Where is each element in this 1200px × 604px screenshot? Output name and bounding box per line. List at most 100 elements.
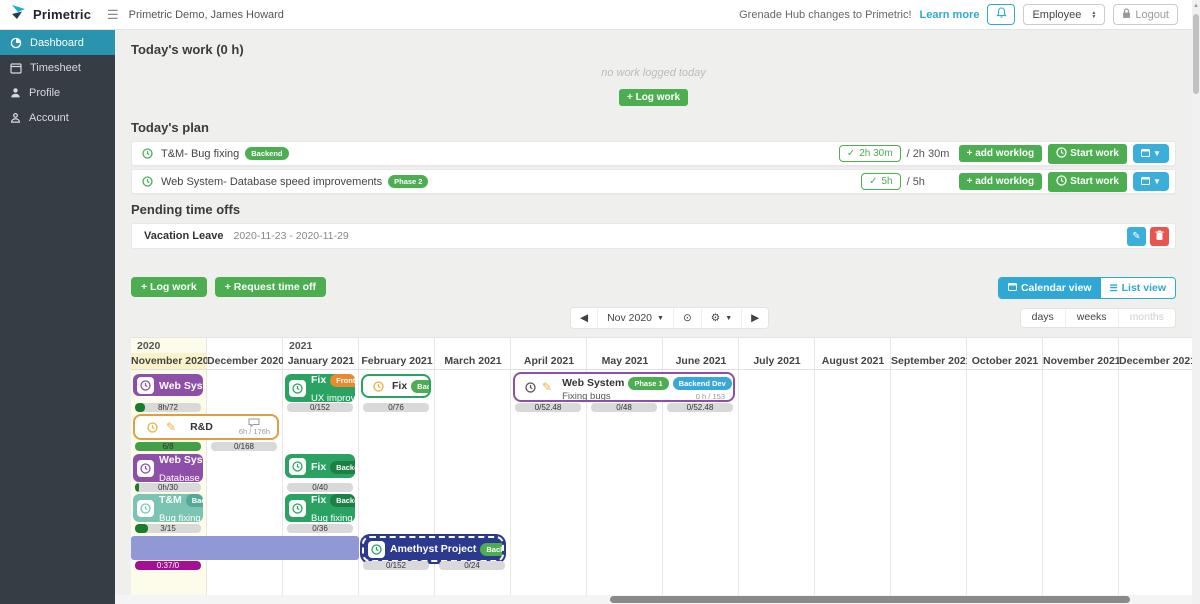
chevron-down-icon: ▼: [1153, 177, 1161, 186]
card-badge: Frontend: [330, 374, 355, 387]
vertical-scrollbar-thumb[interactable]: [1193, 14, 1199, 94]
timeline-card[interactable]: ✎ Web System Phase 1 Backend Dev Fixing bugs…: [513, 372, 735, 402]
menu-icon[interactable]: ☰: [107, 7, 119, 23]
log-work-button[interactable]: + Log work: [131, 277, 207, 297]
task-badge: Backend: [245, 147, 289, 160]
sidebar-item-timesheet[interactable]: Timesheet: [0, 55, 115, 80]
notifications-button[interactable]: [987, 4, 1016, 25]
month-dropdown[interactable]: Nov 2020 ▼: [598, 308, 674, 328]
timeline-card[interactable]: FixBackendBug fixing: [285, 494, 355, 522]
card-badge: Backend: [480, 542, 502, 556]
progress-bar: 0/152: [363, 561, 429, 570]
no-work-message: no work logged today: [601, 67, 706, 79]
calendar-view-button[interactable]: Calendar view: [998, 278, 1101, 298]
zoom-weeks-button[interactable]: weeks: [1065, 309, 1119, 327]
calendar-view-label: Calendar view: [1020, 282, 1092, 294]
progress-bar: 0:37/0: [135, 561, 201, 570]
scroll-up-icon[interactable]: ▲: [1192, 0, 1200, 9]
calendar-icon: [1007, 282, 1017, 294]
progress-bar: 8h/72: [135, 403, 201, 412]
timeline-card[interactable]: FixBackend: [361, 374, 431, 398]
log-work-button-center[interactable]: + Log work: [618, 89, 689, 106]
learn-more-link[interactable]: Learn more: [920, 9, 980, 21]
clock-icon: [373, 380, 384, 392]
timeline-card[interactable]: ✎ R&D 6h / 176h: [133, 414, 279, 440]
brand[interactable]: Primetric: [0, 3, 105, 26]
allocation-bar[interactable]: [131, 536, 359, 560]
timeline-card[interactable]: T&MBackendBug fixing: [133, 494, 203, 522]
card-badge: Phase 1: [628, 376, 669, 390]
list-view-label: List view: [1121, 282, 1166, 294]
progress-label: 0/152: [309, 403, 331, 412]
timeline-card[interactable]: Amethyst ProjectBackend: [362, 536, 504, 562]
logged-time-pill[interactable]: ✓ 2h 30m: [838, 145, 901, 162]
timeline-card[interactable]: Web System: [133, 374, 203, 396]
logout-button[interactable]: Logout: [1113, 4, 1178, 25]
progress-label: 8h/72: [157, 403, 179, 412]
card-badge: Backend: [330, 494, 355, 507]
clock-icon: [137, 376, 154, 394]
schedule-dropdown-button[interactable]: ▼: [1133, 144, 1169, 163]
notice-text: Grenade Hub changes to Primetric!: [739, 8, 912, 21]
settings-dropdown-button[interactable]: ⚙ ▼: [701, 308, 743, 328]
todays-plan-title: Today's plan: [131, 120, 209, 135]
timeline-month-header: July 2021: [753, 355, 801, 367]
card-hours: 6h / 176h: [238, 427, 271, 436]
role-select-value: Employee: [1032, 8, 1082, 21]
month-navigator: ◀ Nov 2020 ▼ ⊙ ⚙ ▼ ▶: [570, 307, 770, 329]
clock-icon: [368, 540, 385, 558]
edit-timeoff-button[interactable]: ✎: [1127, 226, 1146, 246]
role-select[interactable]: Employee ▲ ▼: [1023, 4, 1106, 25]
timeline-card[interactable]: FixBackend: [285, 454, 355, 478]
progress-bar: 3/15: [135, 524, 201, 533]
plan-row: Web System- Database speed improvements P…: [131, 169, 1176, 194]
card-badge: Backend: [185, 494, 203, 507]
list-view-button[interactable]: ☰ List view: [1100, 278, 1175, 298]
plan-task-title: T&M- Bug fixing: [161, 147, 240, 160]
check-icon: ✓: [846, 148, 856, 159]
request-timeoff-button[interactable]: + Request time off: [214, 277, 327, 297]
timeoff-row: Vacation Leave 2020-11-23 - 2020-11-29 ✎: [131, 223, 1176, 249]
timeline-month-header: March 2021: [444, 355, 502, 367]
clock-icon: [142, 176, 153, 187]
vertical-scrollbar[interactable]: ▲: [1192, 0, 1200, 604]
workspace-title: Primetric Demo, James Howard: [128, 8, 284, 21]
sidebar-item-label: Dashboard: [30, 36, 84, 49]
start-work-button[interactable]: Start work: [1048, 143, 1127, 164]
clock-icon: [137, 499, 154, 517]
progress-label: 0/48: [616, 403, 632, 412]
calendar-icon: [1141, 148, 1151, 159]
sidebar-item-profile[interactable]: Profile: [0, 80, 115, 105]
today-target-button[interactable]: ⊙: [673, 308, 702, 328]
sidebar-item-label: Timesheet: [30, 61, 81, 74]
prev-month-button[interactable]: ◀: [571, 308, 599, 328]
pencil-icon: ✎: [542, 380, 553, 394]
progress-bar: 0h/30: [135, 483, 201, 492]
progress-bar: 6/8: [135, 442, 201, 451]
start-work-button[interactable]: Start work: [1048, 171, 1127, 192]
progress-bar: 0/152: [287, 403, 353, 412]
horizontal-scrollbar[interactable]: [115, 595, 1192, 604]
timeline-year-label: 2020: [137, 340, 161, 352]
timeoff-name: Vacation Leave: [144, 230, 224, 242]
add-worklog-button[interactable]: + add worklog: [958, 173, 1043, 190]
timeline-month-header: December 2021: [1119, 355, 1192, 367]
horizontal-scrollbar-thumb[interactable]: [610, 596, 1130, 603]
plan-task-title: Web System- Database speed improvements: [161, 175, 383, 188]
play-clock-icon: [1056, 146, 1067, 161]
zoom-months-button[interactable]: months: [1118, 309, 1175, 327]
next-month-button[interactable]: ▶: [742, 308, 769, 328]
sidebar-item-dashboard[interactable]: Dashboard: [0, 30, 115, 55]
logged-time-pill[interactable]: ✓ 5h: [861, 173, 901, 190]
add-worklog-button[interactable]: + add worklog: [958, 145, 1043, 162]
brand-name: Primetric: [33, 7, 92, 22]
zoom-days-button[interactable]: days: [1020, 309, 1066, 327]
timeline-card[interactable]: Web SystemDatabase speed: [133, 454, 203, 482]
schedule-dropdown-button[interactable]: ▼: [1133, 172, 1169, 191]
delete-timeoff-button[interactable]: [1150, 226, 1169, 246]
timesheet-icon: [10, 62, 22, 74]
sidebar-item-account[interactable]: Account: [0, 105, 115, 130]
progress-label: 3/15: [160, 524, 176, 533]
profile-icon: [10, 87, 21, 98]
timeline-card[interactable]: FixFrontendUX improvements: [285, 374, 355, 402]
